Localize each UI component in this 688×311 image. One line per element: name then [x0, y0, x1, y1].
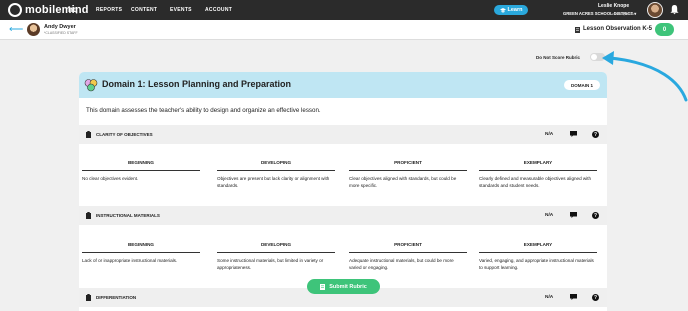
document-icon [575, 27, 580, 33]
level-beginning[interactable]: BEGINNING No clear objectives evident. [82, 160, 200, 182]
na-option[interactable]: N/A [545, 295, 553, 300]
bell-icon[interactable] [670, 5, 679, 15]
na-option[interactable]: N/A [545, 213, 553, 218]
domain-header: Domain 1: Lesson Planning and Preparatio… [79, 72, 607, 98]
level-exemplary[interactable]: EXEMPLARY Varied, engaging, and appropri… [479, 242, 597, 271]
clipboard-icon [86, 212, 91, 219]
clipboard-icon [86, 294, 91, 301]
level-title: BEGINNING [82, 160, 200, 171]
level-proficient[interactable]: PROFICIENT Adequate instructional materi… [349, 242, 467, 271]
learn-button[interactable]: Learn [494, 5, 528, 15]
document-icon [320, 283, 326, 290]
user-avatar[interactable] [647, 2, 663, 18]
nav-events[interactable]: EVENTS [170, 7, 192, 13]
level-title: EXEMPLARY [479, 242, 597, 253]
toggle-knob [591, 54, 597, 60]
section-instructional-materials: INSTRUCTIONAL MATERIALS N/A ? [79, 206, 607, 225]
level-beginning[interactable]: BEGINNING Lack of or inappropriate instr… [82, 242, 200, 264]
view-hq-roles[interactable]: VIEW HQ ROLES [612, 12, 636, 16]
section-title: INSTRUCTIONAL MATERIALS [96, 213, 160, 218]
level-description: No clear objectives evident. [82, 176, 139, 181]
domain-pill: DOMAIN 1 [563, 80, 600, 90]
logo-text: mobilemind [25, 4, 89, 16]
graduation-cap-icon [499, 7, 506, 12]
level-description: Clearly defined and measurable objective… [479, 176, 592, 188]
level-description: Lack of or inappropriate instructional m… [82, 258, 178, 263]
level-title: EXEMPLARY [479, 160, 597, 171]
observation-title: Lesson Observation K-5 [583, 26, 653, 32]
section-title: DIFFERENTIATION [96, 295, 137, 300]
nav-reports[interactable]: REPORTS [96, 7, 122, 13]
comment-icon[interactable] [570, 294, 577, 300]
help-icon[interactable]: ? [592, 294, 599, 301]
teacher-role: *CLASSIFIED STAFF [44, 31, 78, 35]
comment-icon[interactable] [570, 212, 577, 218]
do-not-score-label: Do Not Score Rubric [536, 55, 581, 60]
domain-circles-icon [84, 79, 98, 92]
submit-rubric-button[interactable]: Submit Rubric [307, 279, 380, 294]
teacher-name: Andy Dwyer [44, 24, 76, 30]
learn-label: Learn [507, 7, 523, 13]
domain-description: This domain assesses the teacher's abili… [86, 107, 321, 114]
level-developing[interactable]: DEVELOPING Some instructional materials,… [217, 242, 335, 271]
level-title: DEVELOPING [217, 160, 335, 171]
level-description: Adequate instructional materials, but co… [349, 258, 454, 270]
logo-mark-icon [8, 3, 22, 17]
comment-icon[interactable] [570, 131, 577, 137]
submit-label: Submit Rubric [329, 283, 367, 290]
section-clarity-of-objectives: CLARITY OF OBJECTIVES N/A ? [79, 125, 607, 144]
teacher-avatar [27, 23, 40, 36]
level-developing[interactable]: DEVELOPING Objectives are present but la… [217, 160, 335, 189]
domain-title: Domain 1: Lesson Planning and Preparatio… [102, 79, 292, 89]
level-proficient[interactable]: PROFICIENT Clear objectives aligned with… [349, 160, 467, 189]
top-nav: mobilemind hq REPORTS CONTENT EVENTS ACC… [0, 0, 688, 20]
score-badge: 0 [655, 23, 674, 36]
section-title: CLARITY OF OBJECTIVES [96, 132, 153, 137]
observation-header: ⟵ Andy Dwyer *CLASSIFIED STAFF Lesson Ob… [0, 20, 688, 40]
help-icon[interactable]: ? [592, 212, 599, 219]
level-exemplary[interactable]: EXEMPLARY Clearly defined and measurable… [479, 160, 597, 189]
annotation-arrow-icon [602, 51, 688, 102]
level-description: Varied, engaging, and appropriate instru… [479, 258, 594, 270]
level-title: PROFICIENT [349, 160, 467, 171]
level-title: DEVELOPING [217, 242, 335, 253]
back-arrow-icon[interactable]: ⟵ [9, 25, 23, 35]
product-name: hq [68, 5, 78, 14]
level-title: PROFICIENT [349, 242, 467, 253]
nav-content[interactable]: CONTENT [131, 7, 157, 13]
nav-account[interactable]: ACCOUNT [205, 7, 232, 13]
rubric-card: Domain 1: Lesson Planning and Preparatio… [79, 72, 607, 311]
user-name: Leslie Knope [598, 3, 630, 9]
level-description: Some instructional materials, but limite… [217, 258, 324, 270]
help-icon[interactable]: ? [592, 131, 599, 138]
na-option[interactable]: N/A [545, 132, 553, 137]
level-description: Clear objectives aligned with standards,… [349, 176, 457, 188]
level-description: Objectives are present but lack clarity … [217, 176, 330, 188]
level-title: BEGINNING [82, 242, 200, 253]
clipboard-icon [86, 131, 91, 138]
